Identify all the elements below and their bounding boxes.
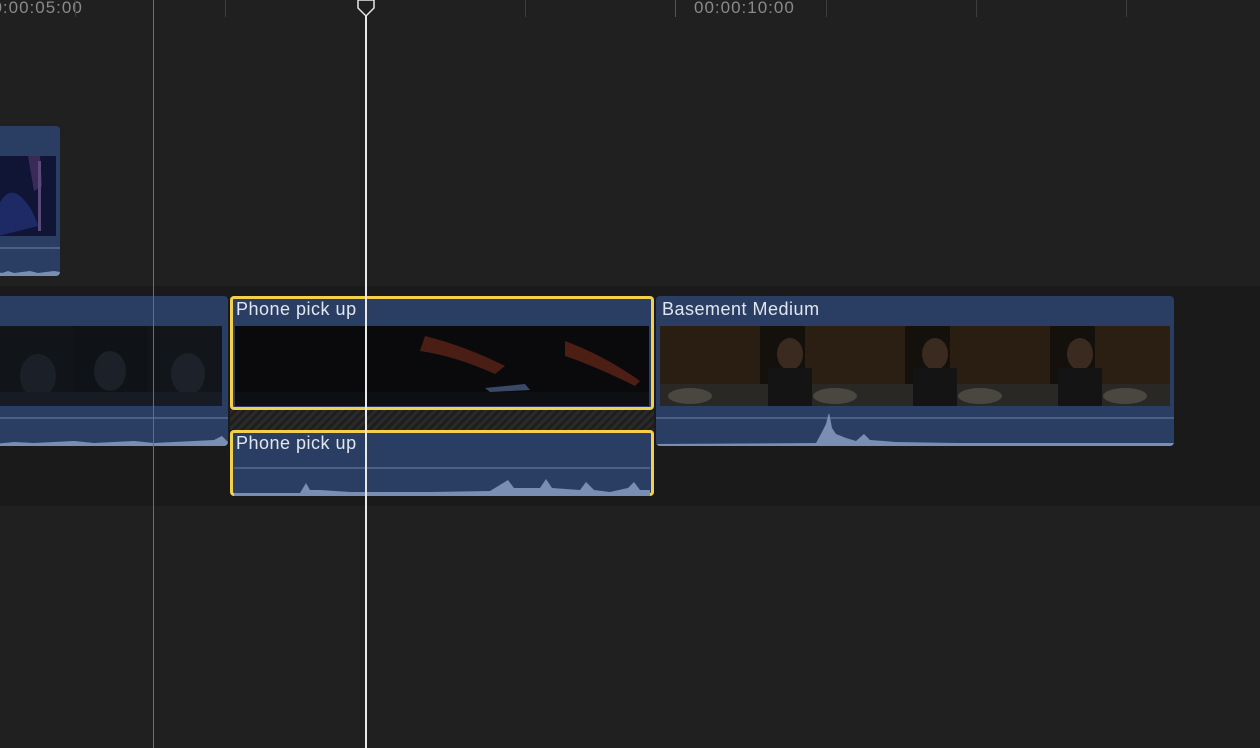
phone-pick-up-filmstrip	[235, 326, 649, 406]
ruler-tick	[826, 0, 827, 17]
phone-pick-up-video-title: Phone pick up	[236, 299, 357, 319]
timecode-label-5s: 00:00:05:00	[0, 0, 83, 17]
ruler-tick	[1126, 0, 1127, 17]
ruler-tick	[525, 0, 526, 17]
basement-medium-clip[interactable]: Basement Medium	[656, 296, 1174, 446]
connected-clip[interactable]	[0, 126, 60, 276]
primary-clip-left-filmstrip	[0, 326, 222, 406]
playhead-line[interactable]	[365, 0, 367, 748]
ruler-tick	[976, 0, 977, 17]
ruler-tick	[225, 0, 226, 17]
skimmer-line[interactable]	[153, 0, 154, 748]
timecode-label-10s: 00:00:10:00	[694, 0, 795, 17]
timeline-ruler[interactable]: 00:00:05:00 00:00:10:00	[0, 0, 1260, 20]
playhead-handle-icon[interactable]	[357, 0, 375, 18]
basement-medium-filmstrip	[660, 326, 1170, 406]
connected-clip-filmstrip	[0, 156, 56, 236]
primary-clip-left-waveform	[0, 414, 228, 446]
phone-pick-up-audio-waveform	[230, 466, 654, 496]
connected-clip-waveform	[0, 244, 60, 276]
phone-pick-up-video-clip[interactable]: Phone pick up	[230, 296, 654, 410]
phone-pick-up-audio-clip[interactable]: Phone pick up	[230, 430, 654, 496]
detached-audio-gap	[230, 410, 654, 430]
primary-clip-left[interactable]	[0, 296, 228, 446]
ruler-tick	[75, 0, 76, 17]
ruler-tick	[675, 0, 676, 17]
basement-medium-waveform	[656, 414, 1174, 446]
phone-pick-up-audio-title: Phone pick up	[236, 433, 357, 453]
basement-medium-title: Basement Medium	[662, 299, 820, 319]
